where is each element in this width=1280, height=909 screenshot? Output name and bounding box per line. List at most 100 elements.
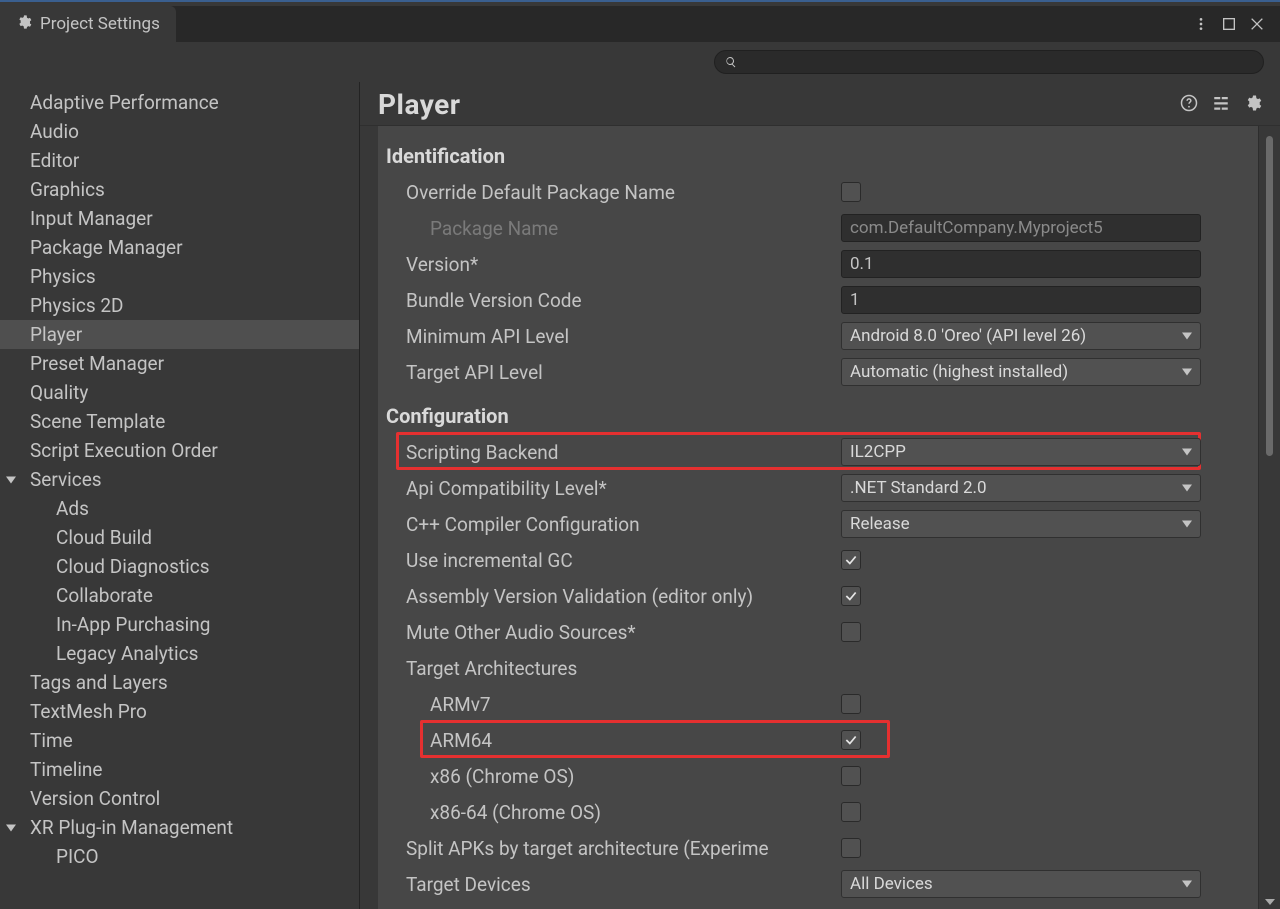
tab-title: Project Settings — [40, 14, 160, 34]
sidebar-item-label: TextMesh Pro — [30, 700, 147, 723]
sidebar-item-cloud-build[interactable]: Cloud Build — [0, 523, 359, 552]
sidebar-item-package-manager[interactable]: Package Manager — [0, 233, 359, 262]
sidebar-item-ads[interactable]: Ads — [0, 494, 359, 523]
sidebar-item-xr-plug-in-management[interactable]: XR Plug-in Management — [0, 813, 359, 842]
sidebar-item-script-execution-order[interactable]: Script Execution Order — [0, 436, 359, 465]
sidebar-item-label: Package Manager — [30, 236, 183, 259]
tgtdev-dropdown[interactable]: All Devices — [841, 870, 1201, 898]
split-checkbox[interactable] — [841, 838, 861, 858]
search-row — [0, 42, 1280, 82]
sidebar-item-cloud-diagnostics[interactable]: Cloud Diagnostics — [0, 552, 359, 581]
gear-icon — [16, 14, 32, 35]
kebab-menu-icon[interactable] — [1192, 15, 1210, 33]
apicompat-dropdown[interactable]: .NET Standard 2.0 — [841, 474, 1201, 502]
armv7-label: ARMv7 — [430, 693, 841, 716]
section-configuration: Configuration — [378, 398, 1258, 434]
sidebar-item-label: Version Control — [30, 787, 160, 810]
sidebar-item-label: Adaptive Performance — [30, 91, 219, 114]
sidebar-item-label: Cloud Build — [56, 526, 152, 549]
minapi-label: Minimum API Level — [406, 325, 841, 348]
chevron-down-icon — [1182, 333, 1192, 340]
page-title: Player — [378, 88, 1180, 121]
sidebar-item-physics[interactable]: Physics — [0, 262, 359, 291]
arm64-label: ARM64 — [430, 729, 841, 752]
override-package-label: Override Default Package Name — [406, 181, 841, 204]
sidebar-item-tags-and-layers[interactable]: Tags and Layers — [0, 668, 359, 697]
search-input[interactable] — [714, 50, 1264, 74]
sidebar-item-services[interactable]: Services — [0, 465, 359, 494]
chevron-down-icon — [1182, 485, 1192, 492]
avv-label: Assembly Version Validation (editor only… — [406, 585, 841, 608]
sidebar-item-player[interactable]: Player — [0, 320, 359, 349]
sidebar: Adaptive Performance Audio Editor Graphics I… — [0, 82, 360, 909]
sidebar-item-label: PICO — [56, 845, 99, 868]
sidebar-item-physics-2d[interactable]: Physics 2D — [0, 291, 359, 320]
sidebar-item-label: Input Manager — [30, 207, 153, 230]
sidebar-item-label: Services — [30, 468, 102, 491]
chevron-down-icon — [6, 824, 16, 831]
window-buttons — [1192, 6, 1272, 42]
scroll-thumb[interactable] — [1266, 136, 1273, 456]
scroll-down-icon[interactable] — [1265, 899, 1275, 905]
chevron-down-icon — [6, 476, 16, 483]
sidebar-item-textmesh-pro[interactable]: TextMesh Pro — [0, 697, 359, 726]
backend-dropdown[interactable]: IL2CPP — [841, 438, 1201, 466]
main-header: Player — [360, 82, 1280, 126]
sidebar-item-label: Player — [30, 323, 82, 346]
scrollbar[interactable] — [1258, 126, 1280, 909]
x8664-checkbox[interactable] — [841, 802, 861, 822]
chevron-down-icon — [1182, 449, 1192, 456]
sidebar-item-adaptive-performance[interactable]: Adaptive Performance — [0, 88, 359, 117]
backend-label: Scripting Backend — [406, 441, 841, 464]
sidebar-item-graphics[interactable]: Graphics — [0, 175, 359, 204]
mute-checkbox[interactable] — [841, 622, 861, 642]
sidebar-item-label: Editor — [30, 149, 79, 172]
sidebar-item-label: Collaborate — [56, 584, 153, 607]
sidebar-item-input-manager[interactable]: Input Manager — [0, 204, 359, 233]
arm64-checkbox[interactable] — [841, 730, 861, 750]
help-icon[interactable] — [1180, 94, 1198, 116]
sidebar-item-timeline[interactable]: Timeline — [0, 755, 359, 784]
settings-gear-icon[interactable] — [1244, 94, 1262, 116]
sidebar-item-audio[interactable]: Audio — [0, 117, 359, 146]
cpp-dropdown[interactable]: Release — [841, 510, 1201, 538]
chevron-down-icon — [1182, 881, 1192, 888]
avv-checkbox[interactable] — [841, 586, 861, 606]
sidebar-item-label: In-App Purchasing — [56, 613, 210, 636]
version-field[interactable]: 0.1 — [841, 250, 1201, 278]
arch-label: Target Architectures — [406, 657, 841, 680]
minapi-dropdown[interactable]: Android 8.0 'Oreo' (API level 26) — [841, 322, 1201, 350]
mute-label: Mute Other Audio Sources* — [406, 621, 841, 644]
cpp-label: C++ Compiler Configuration — [406, 513, 841, 536]
gc-checkbox[interactable] — [841, 550, 861, 570]
sidebar-item-quality[interactable]: Quality — [0, 378, 359, 407]
sidebar-item-pico[interactable]: PICO — [0, 842, 359, 871]
package-name-field[interactable]: com.DefaultCompany.Myproject5 — [841, 214, 1201, 242]
sidebar-item-scene-template[interactable]: Scene Template — [0, 407, 359, 436]
armv7-checkbox[interactable] — [841, 694, 861, 714]
tgtapi-dropdown[interactable]: Automatic (highest installed) — [841, 358, 1201, 386]
override-package-checkbox[interactable] — [841, 182, 861, 202]
sidebar-item-label: Timeline — [30, 758, 103, 781]
x86-label: x86 (Chrome OS) — [430, 765, 841, 788]
sidebar-item-collaborate[interactable]: Collaborate — [0, 581, 359, 610]
preset-icon[interactable] — [1212, 94, 1230, 116]
sidebar-item-legacy-analytics[interactable]: Legacy Analytics — [0, 639, 359, 668]
x8664-label: x86-64 (Chrome OS) — [430, 801, 841, 824]
tgtdev-label: Target Devices — [406, 873, 841, 896]
maximize-icon[interactable] — [1220, 15, 1238, 33]
tab-project-settings[interactable]: Project Settings — [0, 6, 176, 42]
sidebar-item-editor[interactable]: Editor — [0, 146, 359, 175]
package-name-label: Package Name — [430, 217, 841, 240]
sidebar-item-time[interactable]: Time — [0, 726, 359, 755]
x86-checkbox[interactable] — [841, 766, 861, 786]
sidebar-item-in-app-purchasing[interactable]: In-App Purchasing — [0, 610, 359, 639]
close-icon[interactable] — [1248, 15, 1266, 33]
chevron-down-icon — [1182, 521, 1192, 528]
main-panel: Player Identification Override Default P… — [360, 82, 1280, 909]
sidebar-item-preset-manager[interactable]: Preset Manager — [0, 349, 359, 378]
sidebar-item-version-control[interactable]: Version Control — [0, 784, 359, 813]
bvc-label: Bundle Version Code — [406, 289, 841, 312]
bvc-field[interactable]: 1 — [841, 286, 1201, 314]
sidebar-item-label: Script Execution Order — [30, 439, 218, 462]
